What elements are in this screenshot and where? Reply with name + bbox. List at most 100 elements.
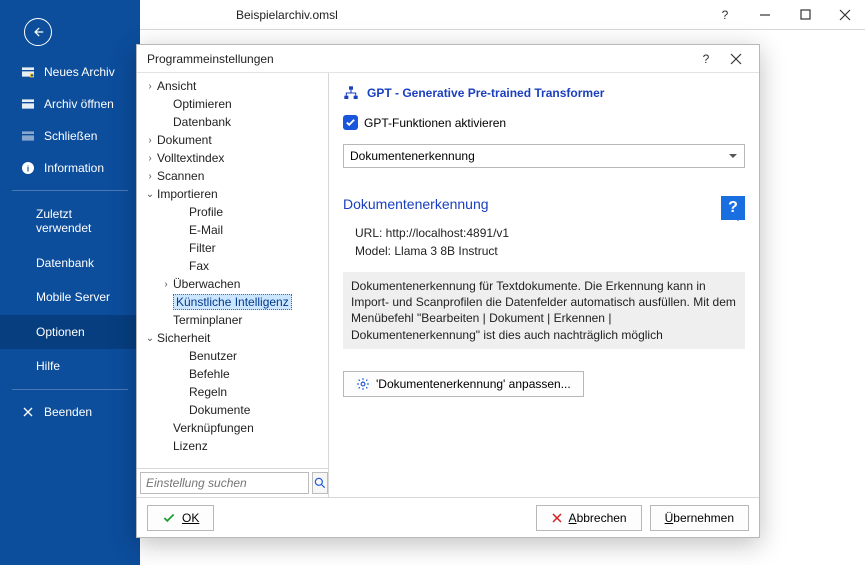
sidebar-item-mobile-server[interactable]: Mobile Server	[0, 280, 140, 314]
tree-node-label: Terminplaner	[173, 313, 242, 327]
arrow-left-icon	[31, 25, 45, 39]
settings-tree-panel: ›AnsichtOptimierenDatenbank›Dokument›Vol…	[137, 73, 329, 497]
tree-node[interactable]: E-Mail	[139, 221, 326, 239]
chevron-right-icon: ›	[143, 81, 157, 92]
back-button[interactable]	[24, 18, 52, 46]
x-icon	[551, 512, 563, 524]
checkbox-label: GPT-Funktionen aktivieren	[364, 116, 506, 130]
ok-button[interactable]: OK	[147, 505, 214, 531]
settings-search-button[interactable]	[312, 472, 328, 494]
sidebar-item-help[interactable]: Hilfe	[0, 349, 140, 383]
chevron-down-icon: ⌄	[143, 333, 157, 344]
tree-node[interactable]: Künstliche Intelligenz	[139, 293, 326, 311]
gpt-enable-checkbox[interactable]: GPT-Funktionen aktivieren	[343, 115, 745, 130]
chevron-right-icon: ›	[159, 279, 173, 290]
tree-node[interactable]: ›Dokument	[139, 131, 326, 149]
new-archive-icon	[20, 64, 36, 80]
tree-node-label: Fax	[189, 259, 209, 273]
apply-button[interactable]: Übernehmen	[650, 505, 749, 531]
tree-node[interactable]: Fax	[139, 257, 326, 275]
sidebar-separator	[12, 389, 128, 390]
tree-node-label: Importieren	[157, 187, 218, 201]
svg-text:i: i	[27, 164, 29, 173]
tree-node[interactable]: Befehle	[139, 365, 326, 383]
checkbox-checked-icon	[343, 115, 358, 130]
tree-node[interactable]: ⌄Importieren	[139, 185, 326, 203]
tree-node-label: Dokumente	[189, 403, 250, 417]
sidebar-separator	[12, 190, 128, 191]
tree-node-label: Dokument	[157, 133, 212, 147]
chevron-down-icon	[728, 151, 738, 161]
tree-node[interactable]: Verknüpfungen	[139, 419, 326, 437]
tree-node[interactable]: Datenbank	[139, 113, 326, 131]
dialog-footer: OK Abbrechen Übernehmen	[137, 497, 759, 537]
tree-node-label: Filter	[189, 241, 216, 255]
settings-content-pane: GPT - Generative Pre-trained Transformer…	[329, 73, 759, 497]
window-minimize-button[interactable]	[745, 0, 785, 30]
tree-node[interactable]: Lizenz	[139, 437, 326, 455]
dialog-close-button[interactable]	[721, 47, 751, 71]
tree-node-label: Verknüpfungen	[173, 421, 254, 435]
tree-node[interactable]: ⌄Sicherheit	[139, 329, 326, 347]
tree-node-label: Überwachen	[173, 277, 240, 291]
check-icon	[162, 511, 176, 525]
tree-node-label: Profile	[189, 205, 223, 219]
tree-node[interactable]: ›Überwachen	[139, 275, 326, 293]
page-heading: GPT - Generative Pre-trained Transformer	[343, 85, 745, 101]
maximize-icon	[800, 9, 811, 20]
customize-button[interactable]: 'Dokumentenerkennung' anpassen...	[343, 371, 584, 397]
dialog-titlebar: Programmeinstellungen ?	[137, 45, 759, 73]
tree-node-label: Optimieren	[173, 97, 232, 111]
tree-node[interactable]: Optimieren	[139, 95, 326, 113]
sidebar-item-close[interactable]: Schließen	[0, 120, 140, 152]
minimize-icon	[759, 9, 771, 21]
window-titlebar: Beispielarchiv.omsl ?	[140, 0, 865, 30]
tree-node[interactable]: Dokumente	[139, 401, 326, 419]
page-heading-text: GPT - Generative Pre-trained Transformer	[367, 86, 604, 100]
gpt-model-value: Model: Llama 3 8B Instruct	[355, 244, 745, 258]
sidebar-item-open-archive[interactable]: Archiv öffnen	[0, 88, 140, 120]
close-archive-icon	[20, 128, 36, 144]
help-badge[interactable]: ?	[721, 196, 745, 220]
search-icon	[313, 476, 327, 490]
chevron-right-icon: ›	[143, 171, 157, 182]
tree-node[interactable]: Terminplaner	[139, 311, 326, 329]
sidebar-item-options[interactable]: Optionen	[0, 315, 140, 349]
window-help-button[interactable]: ?	[705, 0, 745, 30]
settings-tree[interactable]: ›AnsichtOptimierenDatenbank›Dokument›Vol…	[137, 73, 328, 468]
select-value: Dokumentenerkennung	[350, 149, 475, 163]
sidebar-item-information[interactable]: i Information	[0, 152, 140, 184]
gpt-url-value: URL: http://localhost:4891/v1	[355, 226, 745, 240]
sidebar-item-database[interactable]: Datenbank	[0, 246, 140, 280]
cancel-button[interactable]: Abbrechen	[536, 505, 642, 531]
tree-node-label: Datenbank	[173, 115, 231, 129]
hierarchy-icon	[343, 85, 359, 101]
tree-node-label: Ansicht	[157, 79, 196, 93]
settings-search-input[interactable]	[140, 472, 309, 494]
ok-button-label: OK	[182, 511, 199, 525]
window-close-button[interactable]	[825, 0, 865, 30]
chevron-right-icon: ›	[143, 135, 157, 146]
section-heading: Dokumentenerkennung	[343, 196, 745, 212]
tree-node[interactable]: Profile	[139, 203, 326, 221]
tree-node[interactable]: ›Scannen	[139, 167, 326, 185]
info-icon: i	[20, 160, 36, 176]
tree-node-label: Künstliche Intelligenz	[173, 294, 292, 310]
tree-node-label: E-Mail	[189, 223, 223, 237]
tree-node-label: Lizenz	[173, 439, 208, 453]
app-sidebar: Neues Archiv Archiv öffnen Schließen i I…	[0, 0, 140, 565]
tree-node[interactable]: Filter	[139, 239, 326, 257]
sidebar-item-new-archive[interactable]: Neues Archiv	[0, 56, 140, 88]
sidebar-item-recent[interactable]: Zuletzt verwendet	[0, 197, 140, 246]
gpt-function-select[interactable]: Dokumentenerkennung	[343, 144, 745, 168]
tree-node[interactable]: Regeln	[139, 383, 326, 401]
dialog-help-button[interactable]: ?	[691, 47, 721, 71]
tree-node[interactable]: Benutzer	[139, 347, 326, 365]
sidebar-item-exit[interactable]: Beenden	[0, 396, 140, 428]
window-maximize-button[interactable]	[785, 0, 825, 30]
description-text: Dokumentenerkennung für Textdokumente. D…	[343, 272, 745, 349]
tree-node[interactable]: ›Volltextindex	[139, 149, 326, 167]
close-icon	[839, 9, 851, 21]
tree-node-label: Volltextindex	[157, 151, 224, 165]
tree-node[interactable]: ›Ansicht	[139, 77, 326, 95]
